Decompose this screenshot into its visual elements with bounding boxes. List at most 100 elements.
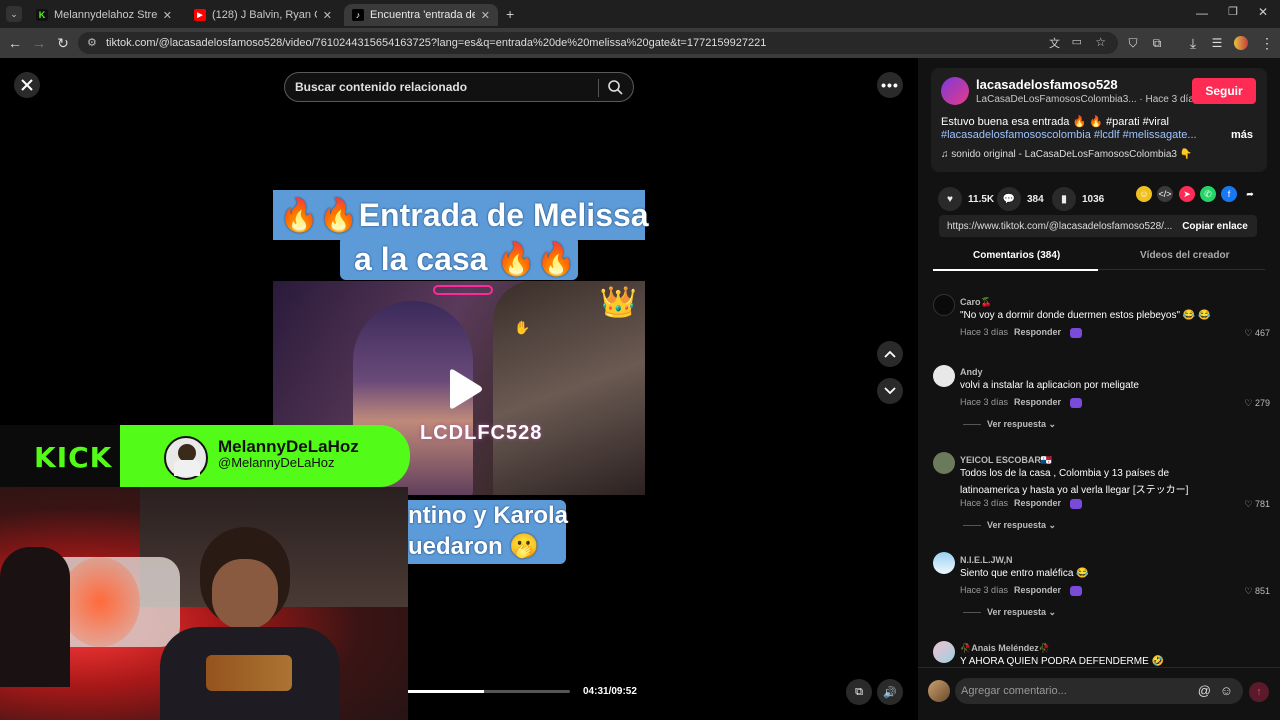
next-video-button[interactable] xyxy=(877,378,903,404)
view-replies-button[interactable]: Ver respuesta ⌄ xyxy=(963,607,1056,618)
comment-like[interactable]: ♡ 467 xyxy=(1230,328,1270,339)
comment-icon: 💬 xyxy=(997,187,1021,211)
comment-like[interactable]: ♡ 781 xyxy=(1230,499,1270,510)
emoji-icon[interactable]: ☺ xyxy=(1220,683,1233,698)
previous-video-button[interactable] xyxy=(877,341,903,367)
follow-button[interactable]: Seguir xyxy=(1192,78,1256,104)
download-icon[interactable]: ⤓ xyxy=(1184,34,1202,52)
volume-icon: 🔊 xyxy=(883,686,897,699)
caption-hashtags[interactable]: #lacasadelosfamososcolombia #lcdlf #meli… xyxy=(941,129,1197,141)
bookmark-star-icon[interactable]: ☆ xyxy=(1095,35,1106,49)
comment-like[interactable]: ♡ 279 xyxy=(1230,398,1270,409)
emoji-share-icon[interactable]: ☺ xyxy=(1136,186,1152,202)
comment-text: "No voy a dormir donde duermen estos ple… xyxy=(960,310,1211,321)
reply-button[interactable]: Responder xyxy=(1014,498,1061,508)
volume-button[interactable]: 🔊 xyxy=(877,679,903,705)
author-avatar[interactable] xyxy=(941,77,969,105)
address-bar[interactable]: ⚙ tiktok.com/@lacasadelosfamoso528/video… xyxy=(78,32,1118,54)
forward-icon[interactable]: → xyxy=(30,34,48,52)
view-replies-button[interactable]: Ver respuesta ⌄ xyxy=(963,520,1056,531)
related-search-input[interactable]: Buscar contenido relacionado xyxy=(284,72,634,102)
site-info-icon[interactable]: ⚙ xyxy=(87,36,97,49)
tab-comments[interactable]: Comentarios (384) xyxy=(973,250,1060,261)
commenter-name[interactable]: Andy xyxy=(960,367,983,377)
browser-tab-youtube[interactable]: ▶ (128) J Balvin, Ryan Castro, DJ S ✕ xyxy=(186,4,340,26)
new-tab-icon[interactable]: + xyxy=(506,6,514,22)
view-replies-button[interactable]: Ver respuesta ⌄ xyxy=(963,419,1056,430)
shirt-print xyxy=(206,655,292,691)
neon-light xyxy=(433,285,493,295)
commenter-avatar[interactable] xyxy=(933,552,955,574)
translate-icon[interactable]: 文 xyxy=(1049,35,1060,51)
restore-icon[interactable]: ❐ xyxy=(1228,5,1238,18)
caption-line1: Estuvo buena esa entrada 🔥 🔥 #parati #vi… xyxy=(941,116,1169,128)
back-icon[interactable]: ← xyxy=(6,34,24,52)
send-comment-button[interactable]: ↑ xyxy=(1249,682,1269,702)
reload-icon[interactable]: ↻ xyxy=(54,34,72,52)
streamer-handle: @MelannyDeLaHoz xyxy=(218,455,335,470)
minimize-icon[interactable]: — xyxy=(1196,6,1208,20)
floating-player-button[interactable]: ⧉ xyxy=(846,679,872,705)
video-progress-bar[interactable] xyxy=(408,690,570,693)
cast-icon[interactable]: ▭ xyxy=(1072,35,1082,48)
whatsapp-icon[interactable]: ✆ xyxy=(1200,186,1216,202)
comment-input[interactable]: Agregar comentario... @ ☺ xyxy=(955,678,1243,704)
tab-search-button[interactable]: ⌄ xyxy=(6,6,22,22)
commenter-name[interactable]: YEICOL ESCOBAR🇵🇦 xyxy=(960,455,1052,466)
my-avatar xyxy=(928,680,950,702)
menu-kebab-icon[interactable]: ⋮ xyxy=(1258,34,1276,52)
chevron-up-icon xyxy=(884,350,896,358)
close-window-icon[interactable]: ✕ xyxy=(1258,5,1268,19)
streamer-name: MelannyDeLaHoz xyxy=(218,437,359,456)
tab-title: (128) J Balvin, Ryan Castro, DJ S xyxy=(212,9,317,21)
browser-tab-tiktok[interactable]: ♪ Encuentra 'entrada de melissa ✕ xyxy=(344,4,498,26)
close-tab-icon[interactable]: ✕ xyxy=(481,9,490,22)
reply-button[interactable]: Responder xyxy=(1014,327,1061,337)
more-options-button[interactable]: ••• xyxy=(877,72,903,98)
close-video-button[interactable] xyxy=(14,72,40,98)
search-icon[interactable] xyxy=(607,79,623,95)
search-divider xyxy=(598,79,599,97)
reading-list-icon[interactable]: ☰ xyxy=(1208,34,1226,52)
close-tab-icon[interactable]: ✕ xyxy=(323,9,332,22)
comment-action[interactable]: 💬 384 xyxy=(997,187,1044,211)
commenter-avatar[interactable] xyxy=(933,365,955,387)
crown-emoji: 👑 xyxy=(599,286,637,319)
reply-button[interactable]: Responder xyxy=(1014,585,1061,595)
commenter-avatar[interactable] xyxy=(933,452,955,474)
reply-button[interactable]: Responder xyxy=(1014,397,1061,407)
youtube-icon: ▶ xyxy=(194,9,206,21)
chevron-down-icon xyxy=(884,387,896,395)
copy-link-label: Copiar enlace xyxy=(1182,220,1248,232)
shield-icon[interactable]: ⛉ xyxy=(1124,34,1142,52)
more-link[interactable]: más xyxy=(1231,129,1253,141)
save-action[interactable]: ▮ 1036 xyxy=(1052,187,1104,211)
commenter-name[interactable]: Caro🍒 xyxy=(960,297,992,308)
facebook-icon[interactable]: f xyxy=(1221,186,1237,202)
close-tab-icon[interactable]: ✕ xyxy=(163,9,172,22)
author-name[interactable]: lacasadelosfamoso528 xyxy=(976,77,1118,92)
tab-creator-videos[interactable]: Vídeos del creador xyxy=(1140,250,1229,261)
heart-outline-icon: ♡ xyxy=(1244,398,1255,408)
embed-icon[interactable]: </> xyxy=(1157,186,1173,202)
commenter-name[interactable]: 🥀Anais Meléndez🥀 xyxy=(960,643,1050,654)
comment-placeholder: Agregar comentario... xyxy=(961,685,1067,697)
commenter-avatar[interactable] xyxy=(933,641,955,663)
like-action[interactable]: ♥ 11.5K xyxy=(938,187,994,211)
mention-icon[interactable]: @ xyxy=(1198,683,1211,698)
sound-link[interactable]: ♫ sonido original - LaCasaDeLosFamososCo… xyxy=(941,149,1192,160)
extensions-icon[interactable]: ⧉ xyxy=(1148,34,1166,52)
commenter-name[interactable]: N.I.E.L.JW,N xyxy=(960,555,1013,565)
tab-title: Melannydelahoz Stream - Wat xyxy=(54,9,157,21)
send-share-icon[interactable]: ➤ xyxy=(1179,186,1195,202)
share-arrow-icon[interactable]: ➦ xyxy=(1242,186,1258,202)
streamer-face xyxy=(212,559,278,629)
bookmark-icon: ▮ xyxy=(1052,187,1076,211)
comment-like[interactable]: ♡ 851 xyxy=(1230,586,1270,597)
lamp-glow xyxy=(60,557,140,647)
profile-avatar[interactable] xyxy=(1232,34,1250,52)
commenter-avatar[interactable] xyxy=(933,294,955,316)
copy-link-button[interactable]: Copiar enlace xyxy=(1172,215,1258,237)
play-icon[interactable] xyxy=(444,368,484,410)
browser-tab-kick[interactable]: K Melannydelahoz Stream - Wat ✕ xyxy=(28,4,180,26)
